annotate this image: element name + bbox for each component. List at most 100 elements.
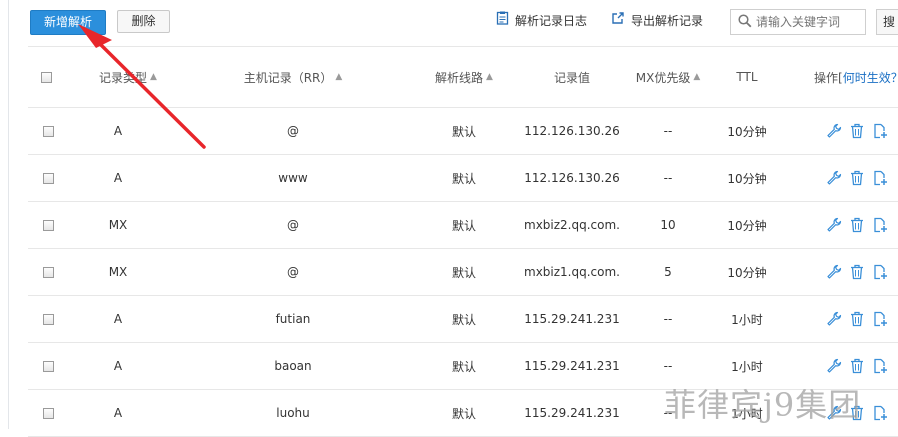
row-checkbox[interactable] (42, 219, 54, 231)
col-record-type[interactable]: 记录类型 ▲ (78, 47, 178, 107)
wrench-icon[interactable] (826, 264, 842, 280)
record-value-cell: 112.126.130.26 (524, 124, 620, 138)
add-copy-icon[interactable] (872, 358, 888, 374)
wrench-icon[interactable] (826, 123, 842, 139)
row-checkbox[interactable] (42, 360, 54, 372)
sort-up-icon: ▲ (486, 72, 493, 82)
col-line-label: 解析线路 (435, 70, 484, 85)
table-row: A www 默认 112.126.130.26 -- 10分钟 (28, 155, 898, 202)
row-select-cell (41, 390, 55, 436)
sort-up-icon: ▲ (150, 72, 157, 82)
record-value-cell: 115.29.241.231 (524, 406, 620, 420)
trash-icon[interactable] (850, 405, 864, 421)
wrench-icon[interactable] (826, 311, 842, 327)
row-select-cell (41, 155, 55, 201)
table-row: A @ 默认 112.126.130.26 -- 10分钟 (28, 108, 898, 155)
host-record-cell: @ (287, 124, 299, 138)
host-record-cell: baoan (274, 359, 312, 373)
add-copy-icon[interactable] (872, 264, 888, 280)
ttl-cell: 10分钟 (727, 218, 767, 233)
row-checkbox[interactable] (42, 313, 54, 325)
trash-icon[interactable] (850, 123, 864, 139)
select-all-checkbox[interactable] (41, 71, 52, 83)
mx-priority-cell: 10 (660, 218, 676, 232)
trash-icon[interactable] (850, 264, 864, 280)
col-host-record[interactable]: 主机记录（RR） ▲ (228, 47, 358, 107)
trash-icon[interactable] (850, 311, 864, 327)
search-button[interactable]: 搜 (876, 9, 898, 35)
record-type-cell: A (113, 171, 123, 185)
operations-cell (826, 296, 896, 342)
add-copy-icon[interactable] (872, 311, 888, 327)
record-type-cell: A (113, 312, 123, 326)
export-icon (611, 11, 625, 31)
line-cell: 默认 (451, 359, 476, 374)
toolbar: 新增解析 删除 解析记录日志 导出解析记录 搜 (0, 0, 898, 44)
ttl-cell: 1小时 (731, 359, 763, 374)
row-checkbox[interactable] (42, 266, 54, 278)
table-header: 记录类型 ▲ 主机记录（RR） ▲ 解析线路 ▲ 记录值 MX优先级 ▲ TTL 操作[… (28, 46, 898, 108)
line-cell: 默认 (451, 406, 476, 421)
export-records-link[interactable]: 导出解析记录 (611, 11, 703, 31)
page-left-border (8, 0, 9, 429)
col-mx-priority[interactable]: MX优先级 ▲ (628, 47, 708, 107)
record-value-cell: 115.29.241.231 (524, 359, 620, 373)
line-cell: 默认 (451, 171, 476, 186)
record-type-cell: MX (108, 265, 128, 279)
row-select-cell (41, 202, 55, 248)
operations-cell (826, 202, 896, 248)
trash-icon[interactable] (850, 358, 864, 374)
col-record-type-label: 记录类型 (99, 70, 148, 85)
add-record-button[interactable]: 新增解析 (30, 10, 106, 35)
mx-priority-cell: -- (663, 312, 673, 326)
wrench-icon[interactable] (826, 217, 842, 233)
ttl-cell: 10分钟 (727, 171, 767, 186)
wrench-icon[interactable] (826, 358, 842, 374)
col-line[interactable]: 解析线路 ▲ (424, 47, 504, 107)
log-icon (496, 11, 509, 31)
when-effective-link[interactable]: 何时生效？ (843, 69, 898, 86)
col-ttl-label: TTL (736, 70, 758, 84)
row-checkbox[interactable] (42, 125, 54, 137)
record-type-cell: A (113, 124, 123, 138)
host-record-cell: @ (287, 265, 299, 279)
col-operations-label: 操作[ (814, 70, 843, 85)
add-copy-icon[interactable] (872, 217, 888, 233)
table-body: A @ 默认 112.126.130.26 -- 10分钟 A www 默认 1… (28, 108, 898, 437)
operations-cell (826, 108, 896, 154)
search-icon (738, 13, 752, 31)
trash-icon[interactable] (850, 170, 864, 186)
wrench-icon[interactable] (826, 170, 842, 186)
record-log-link[interactable]: 解析记录日志 (496, 11, 587, 31)
wrench-icon[interactable] (826, 405, 842, 421)
mx-priority-cell: 5 (664, 265, 672, 279)
add-copy-icon[interactable] (872, 405, 888, 421)
row-checkbox[interactable] (42, 172, 54, 184)
mx-priority-cell: -- (663, 359, 673, 373)
row-select-cell (41, 343, 55, 389)
host-record-cell: futian (275, 312, 311, 326)
dns-records-table: 记录类型 ▲ 主机记录（RR） ▲ 解析线路 ▲ 记录值 MX优先级 ▲ TTL 操作[… (28, 46, 898, 437)
record-type-cell: A (113, 406, 123, 420)
row-checkbox[interactable] (42, 407, 54, 419)
operations-cell (826, 343, 896, 389)
search-box (730, 9, 866, 35)
search-input[interactable] (752, 15, 856, 29)
record-type-cell: MX (108, 218, 128, 232)
line-cell: 默认 (451, 124, 476, 139)
delete-button[interactable]: 删除 (117, 10, 170, 33)
operations-cell (826, 249, 896, 295)
line-cell: 默认 (451, 265, 476, 280)
record-value-cell: 112.126.130.26 (524, 171, 620, 185)
export-records-label: 导出解析记录 (631, 14, 704, 28)
host-record-cell: www (278, 171, 308, 185)
mx-priority-cell: -- (663, 124, 673, 138)
sort-up-icon: ▲ (335, 72, 343, 82)
record-value-cell: mxbiz1.qq.com. (524, 265, 620, 279)
host-record-cell: luohu (276, 406, 310, 420)
add-copy-icon[interactable] (872, 123, 888, 139)
add-copy-icon[interactable] (872, 170, 888, 186)
trash-icon[interactable] (850, 217, 864, 233)
table-row: A luohu 默认 115.29.241.231 -- 1小时 (28, 390, 898, 437)
ttl-cell: 1小时 (731, 312, 763, 327)
